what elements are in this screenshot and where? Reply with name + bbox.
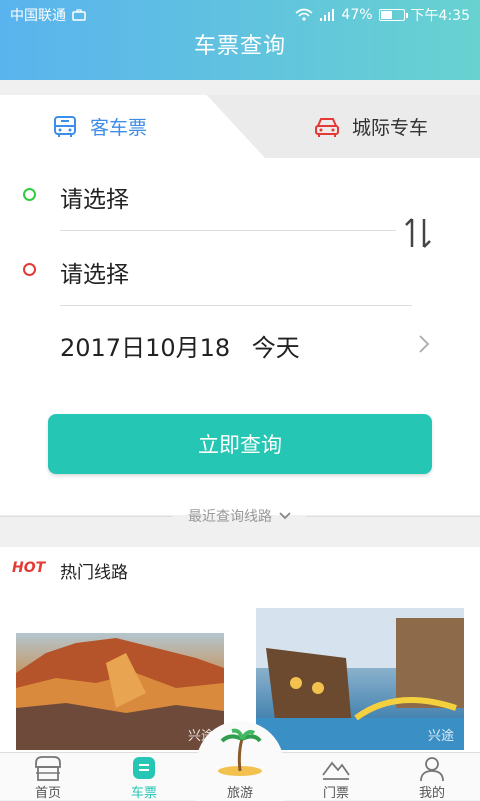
- ticket-icon: [133, 757, 155, 779]
- watermark-caption: 兴途: [427, 729, 454, 744]
- nav-scenic-ticket[interactable]: 门票: [288, 753, 384, 801]
- tab-bus-ticket[interactable]: 客车票: [52, 113, 147, 140]
- tab-bus-label: 客车票: [90, 117, 148, 139]
- beach-icon: [218, 728, 262, 776]
- carrier-label: 中国联通: [10, 8, 66, 24]
- tab-intercity-car[interactable]: 城际专车: [314, 113, 428, 140]
- ticket-tabs: 客车票 城际专车: [0, 95, 480, 158]
- mountain-icon: [322, 761, 350, 780]
- divider: [60, 230, 396, 231]
- nav-profile[interactable]: 我的: [384, 753, 480, 801]
- swap-stations-button[interactable]: [404, 215, 432, 259]
- to-dot-icon: [23, 263, 36, 276]
- search-button[interactable]: 立即查询: [48, 414, 432, 474]
- chevron-right-icon[interactable]: [418, 334, 430, 354]
- from-dot-icon: [23, 188, 36, 201]
- battery-icon: [378, 9, 408, 21]
- from-station-field[interactable]: 请选择: [60, 180, 129, 214]
- chevron-down-icon: [279, 512, 291, 520]
- date-value: 2017日10月18: [60, 334, 231, 362]
- battery-percent: 47%: [341, 7, 373, 23]
- status-bar: 中国联通 47% 下午4:35: [0, 0, 480, 30]
- swap-icon: [405, 218, 431, 248]
- clock: 下午4:35: [410, 8, 470, 24]
- nav-home-label: 首页: [34, 786, 61, 801]
- hot-routes-title: 热门线路: [60, 563, 128, 583]
- date-hint: 今天: [251, 334, 300, 362]
- signal-icon: [320, 9, 335, 21]
- user-icon: [420, 757, 444, 782]
- to-station-field[interactable]: 请选择: [60, 255, 129, 289]
- car-icon: [315, 117, 339, 137]
- app-header: 中国联通 47% 下午4:35 车票查询: [0, 0, 480, 80]
- bus-icon: [54, 115, 76, 137]
- recent-routes-label: 最近查询线路: [188, 509, 272, 525]
- nav-home[interactable]: 首页: [0, 753, 96, 801]
- nav-profile-label: 我的: [418, 786, 445, 801]
- hot-badge: HOT: [12, 560, 46, 576]
- divider: [0, 516, 172, 517]
- briefcase-icon: [72, 9, 86, 21]
- tab-intercity-label: 城际专车: [352, 117, 429, 139]
- nav-ticket[interactable]: 车票: [96, 753, 192, 801]
- nav-ticket-label: 车票: [130, 786, 157, 801]
- divider: [306, 516, 480, 517]
- nav-travel-label: 旅游: [226, 786, 253, 801]
- date-selector[interactable]: 2017日10月18 今天: [60, 328, 300, 363]
- wifi-icon: [295, 8, 313, 21]
- divider: [60, 305, 412, 306]
- bottom-nav: 首页 车票 旅游 门票 我的: [0, 721, 480, 801]
- recent-routes-toggle[interactable]: 最近查询线路: [0, 505, 480, 527]
- nav-scenic-ticket-label: 门票: [322, 786, 349, 801]
- hot-route-card[interactable]: 兴途: [16, 633, 224, 750]
- page-title: 车票查询: [193, 34, 286, 59]
- home-icon: [35, 756, 61, 781]
- nav-travel[interactable]: 旅游: [192, 728, 288, 801]
- hot-route-card[interactable]: 兴途: [256, 608, 464, 750]
